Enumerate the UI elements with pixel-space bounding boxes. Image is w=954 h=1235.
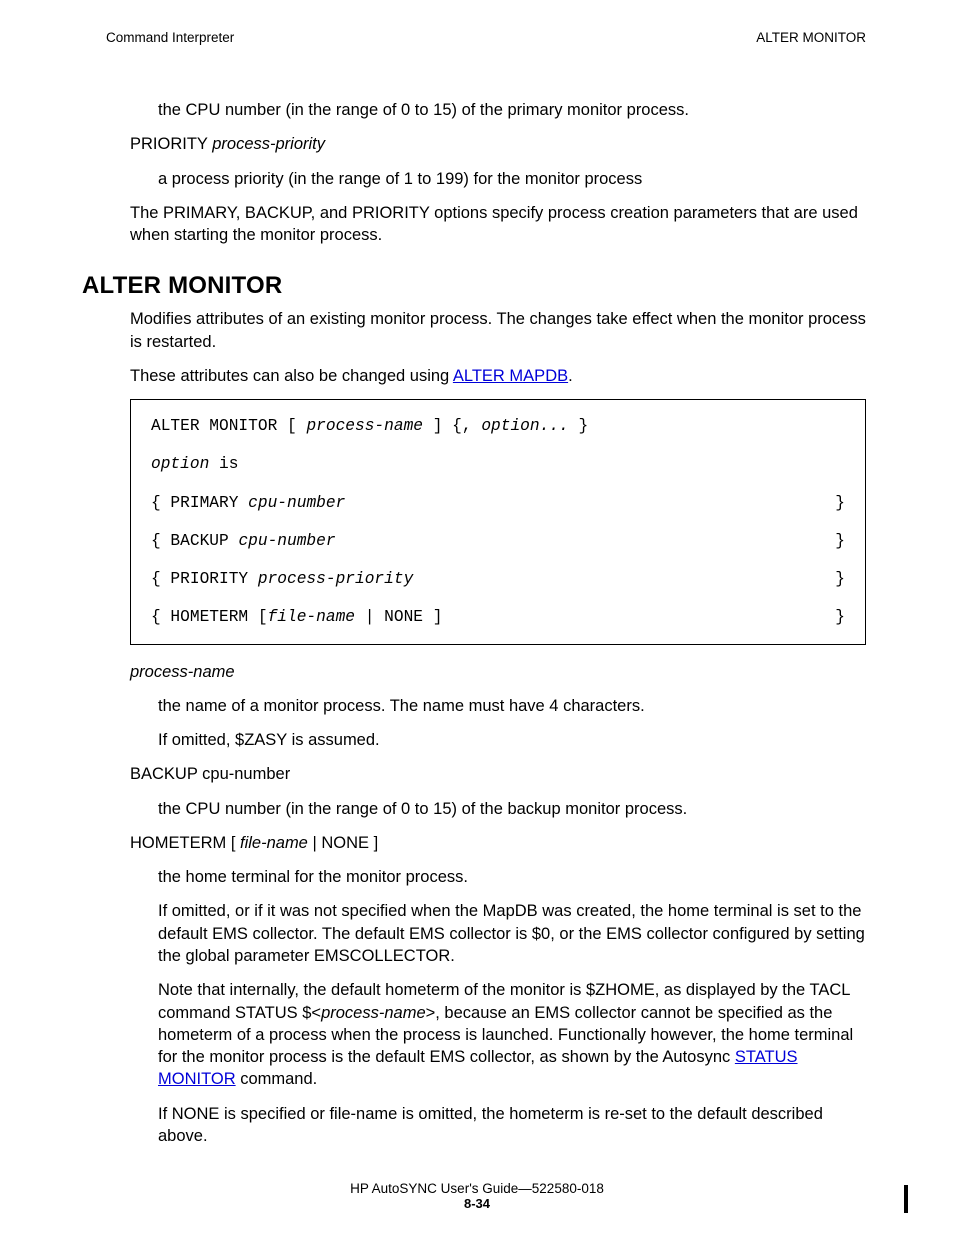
priority-desc: a process priority (in the range of 1 to… bbox=[158, 168, 866, 190]
syntax-primary: { PRIMARY cpu-number } bbox=[151, 493, 845, 513]
header-left: Command Interpreter bbox=[106, 30, 234, 45]
priority-keyword: PRIORITY bbox=[130, 135, 212, 153]
cpu-desc: the CPU number (in the range of 0 to 15)… bbox=[158, 99, 866, 121]
footer-page-number: 8-34 bbox=[0, 1196, 954, 1211]
syntax-priority: { PRIORITY process-priority } bbox=[151, 569, 845, 589]
def-backup-label: BACKUP cpu-number bbox=[130, 763, 866, 785]
section-heading: ALTER MONITOR bbox=[82, 272, 866, 300]
change-bar-icon bbox=[904, 1185, 908, 1213]
def-backup-d1: the CPU number (in the range of 0 to 15)… bbox=[158, 798, 866, 820]
page: Command Interpreter ALTER MONITOR the CP… bbox=[0, 0, 954, 1235]
primary-backup-note: The PRIMARY, BACKUP, and PRIORITY option… bbox=[130, 202, 866, 247]
def-hometerm-d3: Note that internally, the default homete… bbox=[158, 979, 866, 1090]
running-header: Command Interpreter ALTER MONITOR bbox=[106, 30, 866, 45]
def-hometerm-d4: If NONE is specified or file-name is omi… bbox=[158, 1103, 866, 1148]
syntax-line-1: ALTER MONITOR [ process-name ] {, option… bbox=[151, 416, 845, 436]
def-hometerm-d1: the home terminal for the monitor proces… bbox=[158, 866, 866, 888]
alter-mapdb-link[interactable]: ALTER MAPDB bbox=[453, 367, 568, 385]
footer-title: HP AutoSYNC User's Guide—522580-018 bbox=[0, 1181, 954, 1196]
p2-lead: These attributes can also be changed usi… bbox=[130, 367, 453, 385]
def-hometerm-label: HOMETERM [ file-name | NONE ] bbox=[130, 832, 866, 854]
priority-arg: process-priority bbox=[212, 135, 325, 153]
def-process-name-d1: the name of a monitor process. The name … bbox=[158, 695, 866, 717]
syntax-box: ALTER MONITOR [ process-name ] {, option… bbox=[130, 399, 866, 645]
section-p2: These attributes can also be changed usi… bbox=[130, 365, 866, 387]
def-process-name-label: process-name bbox=[130, 661, 866, 683]
syntax-line-2: option is bbox=[151, 454, 845, 474]
def-process-name-d2: If omitted, $ZASY is assumed. bbox=[158, 729, 866, 751]
p2-trail: . bbox=[568, 367, 573, 385]
header-right: ALTER MONITOR bbox=[756, 30, 866, 45]
syntax-backup: { BACKUP cpu-number } bbox=[151, 531, 845, 551]
section-p1: Modifies attributes of an existing monit… bbox=[130, 308, 866, 353]
syntax-hometerm: { HOMETERM [file-name | NONE ] } bbox=[151, 607, 845, 627]
page-footer: HP AutoSYNC User's Guide—522580-018 8-34 bbox=[0, 1181, 954, 1211]
priority-term: PRIORITY process-priority bbox=[130, 133, 866, 155]
def-hometerm-d2: If omitted, or if it was not specified w… bbox=[158, 900, 866, 967]
